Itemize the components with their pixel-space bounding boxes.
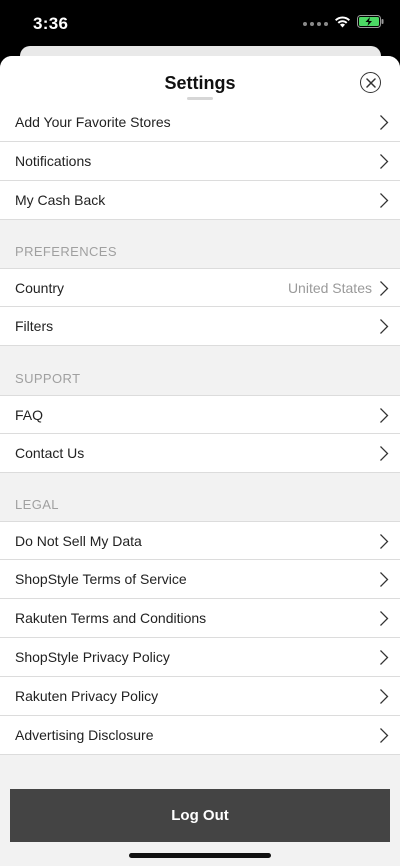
chevron-right-icon — [380, 728, 389, 743]
chevron-right-icon — [380, 319, 389, 334]
cellular-signal-icon — [303, 22, 328, 26]
home-indicator — [129, 853, 271, 858]
row-advertising-disclosure[interactable]: Advertising Disclosure — [0, 716, 400, 755]
row-label: Notifications — [15, 153, 92, 169]
row-label: Filters — [15, 318, 54, 334]
status-bar: 3:36 — [0, 0, 400, 46]
chevron-right-icon — [380, 193, 389, 208]
chevron-right-icon — [380, 115, 389, 130]
status-time: 3:36 — [33, 14, 69, 33]
row-filters[interactable]: Filters — [0, 307, 400, 346]
row-label: ShopStyle Terms of Service — [15, 571, 187, 587]
row-label: Rakuten Terms and Conditions — [15, 610, 207, 626]
battery-charging-icon — [357, 15, 384, 33]
row-label: Add Your Favorite Stores — [15, 114, 171, 130]
drag-handle[interactable] — [187, 97, 213, 100]
chevron-right-icon — [380, 689, 389, 704]
row-notifications[interactable]: Notifications — [0, 142, 400, 181]
chevron-right-icon — [380, 650, 389, 665]
row-contact-us[interactable]: Contact Us — [0, 434, 400, 473]
close-icon — [365, 77, 376, 88]
section-header-preferences: PREFERENCES — [15, 244, 117, 259]
row-shopstyle-privacy[interactable]: ShopStyle Privacy Policy — [0, 638, 400, 677]
row-my-cash-back[interactable]: My Cash Back — [0, 181, 400, 220]
chevron-right-icon — [380, 572, 389, 587]
row-label: Do Not Sell My Data — [15, 533, 142, 549]
chevron-right-icon — [380, 408, 389, 423]
row-label: ShopStyle Privacy Policy — [15, 649, 170, 665]
chevron-right-icon — [380, 281, 389, 296]
row-label: Contact Us — [15, 445, 85, 461]
chevron-right-icon — [380, 534, 389, 549]
row-faq[interactable]: FAQ — [0, 395, 400, 434]
section-header-support: SUPPORT — [15, 371, 81, 386]
row-label: Rakuten Privacy Policy — [15, 688, 159, 704]
row-label: Country — [15, 280, 65, 296]
wifi-icon — [334, 15, 351, 33]
row-country[interactable]: Country United States — [0, 268, 400, 307]
chevron-right-icon — [380, 154, 389, 169]
page-title: Settings — [164, 73, 236, 93]
row-label: FAQ — [15, 407, 44, 423]
row-shopstyle-terms[interactable]: ShopStyle Terms of Service — [0, 560, 400, 599]
row-rakuten-privacy[interactable]: Rakuten Privacy Policy — [0, 677, 400, 716]
row-do-not-sell[interactable]: Do Not Sell My Data — [0, 521, 400, 560]
row-add-favorite-stores[interactable]: Add Your Favorite Stores — [0, 103, 400, 142]
settings-sheet: Settings Add Your Favorite Stores Notifi… — [0, 56, 400, 866]
status-icons — [303, 15, 384, 33]
row-label: My Cash Back — [15, 192, 106, 208]
section-header-legal: LEGAL — [15, 497, 59, 512]
row-rakuten-terms[interactable]: Rakuten Terms and Conditions — [0, 599, 400, 638]
chevron-right-icon — [380, 611, 389, 626]
close-button[interactable] — [360, 72, 381, 93]
country-value: United States — [287, 280, 372, 296]
log-out-button[interactable]: Log Out — [10, 789, 390, 842]
chevron-right-icon — [380, 446, 389, 461]
row-label: Advertising Disclosure — [15, 727, 154, 743]
